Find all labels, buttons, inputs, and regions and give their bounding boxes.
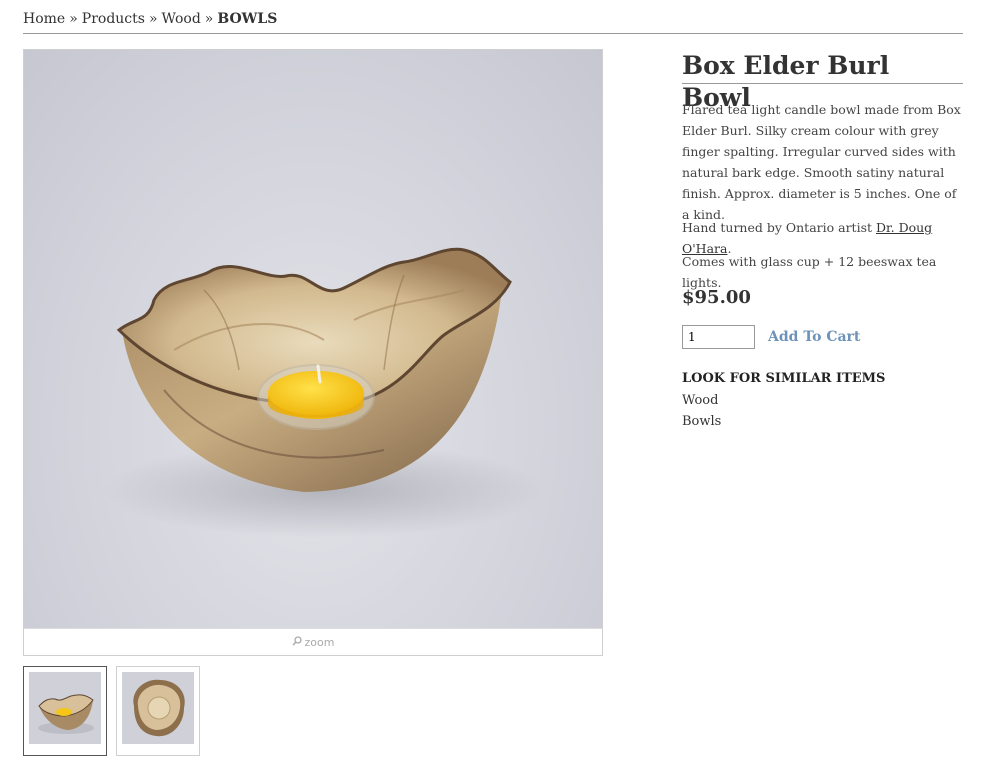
add-to-cart-button[interactable]: Add To Cart [768, 327, 860, 347]
quantity-input[interactable] [682, 325, 755, 349]
similar-link-bowls[interactable]: Bowls [682, 413, 721, 431]
breadcrumb-separator: » [69, 11, 78, 27]
breadcrumb-separator: » [204, 11, 214, 27]
main-image-frame: zoom [23, 49, 603, 656]
breadcrumb-home-link[interactable]: Home [23, 11, 65, 27]
thumbnail-2[interactable] [116, 666, 200, 756]
product-main-image[interactable] [24, 50, 602, 628]
bowl-photo [104, 247, 544, 538]
zoom-label: zoom [304, 636, 335, 649]
magnifier-icon [291, 629, 302, 656]
product-description: Flared tea light candle bowl made from B… [682, 102, 961, 222]
similar-items-heading: LOOK FOR SIMILAR ITEMS [682, 371, 886, 386]
product-price: $95.00 [682, 287, 751, 308]
thumbnail-image [122, 672, 194, 744]
similar-link-wood[interactable]: Wood [682, 392, 718, 410]
breadcrumb-wood-link[interactable]: Wood [162, 11, 201, 27]
breadcrumb-current: BOWLS [217, 11, 278, 27]
thumbnail-image [29, 672, 101, 744]
breadcrumb-separator: » [148, 11, 158, 27]
breadcrumb-products-link[interactable]: Products [82, 11, 145, 27]
artist-credit-prefix: Hand turned by Ontario artist [682, 220, 876, 235]
thumbnail-1[interactable] [23, 666, 107, 756]
zoom-button[interactable]: zoom [24, 628, 602, 656]
product-title: Box Elder Burl Bowl [682, 50, 963, 112]
breadcrumb: Home» Products» Wood» BOWLS [23, 10, 963, 34]
